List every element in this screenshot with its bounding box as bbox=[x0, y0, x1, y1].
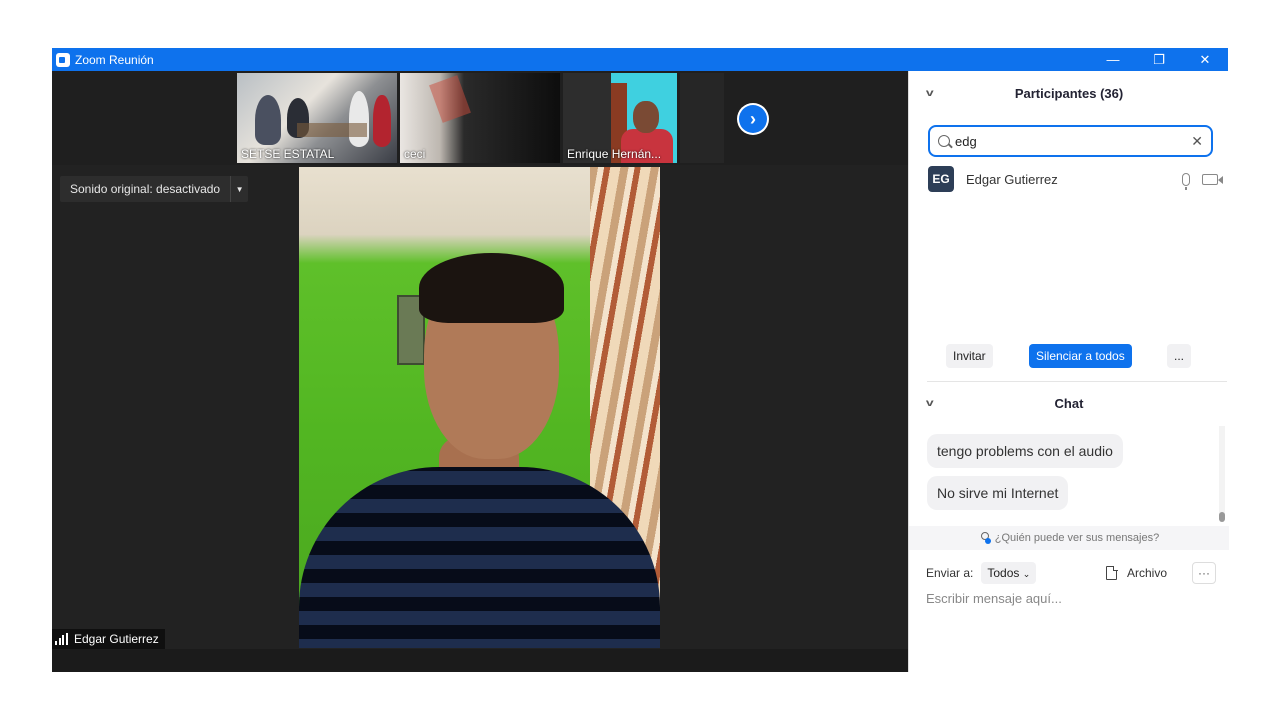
participants-title: Participantes (36) bbox=[1014, 85, 1124, 101]
thumbnail-label: Enrique Hernán... bbox=[567, 147, 662, 161]
thumbnail-empty bbox=[680, 73, 724, 163]
next-page-button[interactable]: › bbox=[737, 103, 769, 135]
signal-strength-icon bbox=[55, 633, 69, 645]
send-to-select[interactable]: Todos ⌄ bbox=[981, 562, 1037, 584]
participant-name: Edgar Gutierrez bbox=[966, 171, 1058, 187]
chat-header: v Chat bbox=[909, 383, 1229, 423]
avatar: EG bbox=[928, 166, 954, 192]
user-shield-icon bbox=[979, 532, 991, 544]
participants-more-button[interactable]: ... bbox=[1167, 344, 1191, 368]
search-icon bbox=[938, 135, 950, 147]
divider bbox=[927, 381, 1227, 382]
send-to-value: Todos bbox=[987, 566, 1020, 580]
thumbnail-label: SETSE ESTATAL bbox=[241, 147, 335, 161]
title-bar: Zoom Reunión — ❐ ✕ bbox=[52, 48, 1228, 71]
thumbnail-ceci[interactable]: ceci bbox=[400, 73, 560, 163]
right-sidebar: v Participantes (36) ✕ EG Edgar Gutierre… bbox=[908, 71, 1229, 672]
mute-all-button[interactable]: Silenciar a todos bbox=[1029, 344, 1132, 368]
file-button[interactable]: Archivo bbox=[1106, 565, 1168, 580]
send-to-row: Enviar a: Todos ⌄ Archivo ··· bbox=[926, 561, 1216, 585]
window-title: Zoom Reunión bbox=[75, 52, 154, 67]
close-button[interactable]: ✕ bbox=[1182, 48, 1228, 71]
participants-header: v Participantes (36) bbox=[909, 73, 1229, 113]
thumbnail-strip: SETSE ESTATAL ceci Enrique Hernán... › bbox=[52, 71, 908, 165]
video-camera-icon[interactable] bbox=[1202, 173, 1223, 185]
chevron-down-icon: ⌄ bbox=[1022, 569, 1031, 579]
visibility-text: ¿Quién puede ver sus mensajes? bbox=[994, 532, 1160, 544]
restore-button[interactable]: ❐ bbox=[1136, 48, 1182, 71]
invite-button[interactable]: Invitar bbox=[946, 344, 993, 368]
minimize-button[interactable]: — bbox=[1090, 48, 1136, 71]
clear-search-icon[interactable]: ✕ bbox=[1191, 133, 1203, 150]
zoom-app-icon bbox=[56, 52, 70, 67]
chat-scrollbar[interactable] bbox=[1219, 426, 1225, 524]
chat-message: tengo problems con el audio bbox=[927, 434, 1123, 468]
zoom-window: Zoom Reunión — ❐ ✕ SETSE ESTATAL ceci En… bbox=[52, 48, 1229, 672]
file-label: Archivo bbox=[1127, 566, 1168, 580]
bottom-bar bbox=[52, 649, 908, 672]
participant-status bbox=[1182, 172, 1223, 190]
video-area: SETSE ESTATAL ceci Enrique Hernán... › S… bbox=[52, 71, 908, 672]
active-speaker-video bbox=[299, 167, 660, 648]
chevron-down-icon[interactable]: v bbox=[926, 88, 934, 99]
thumbnail-enrique[interactable]: Enrique Hernán... bbox=[563, 73, 677, 163]
chat-message-input[interactable] bbox=[926, 591, 1211, 606]
chevron-down-icon[interactable]: v bbox=[926, 398, 934, 409]
file-icon bbox=[1106, 565, 1118, 580]
chevron-down-icon[interactable]: ▼ bbox=[230, 176, 248, 202]
thumbnail-label: ceci bbox=[404, 147, 426, 161]
message-visibility-link[interactable]: ¿Quién puede ver sus mensajes? bbox=[909, 526, 1229, 550]
participant-row[interactable]: EG Edgar Gutierrez bbox=[928, 165, 1223, 193]
original-sound-label: Sonido original: desactivado bbox=[70, 182, 221, 196]
chat-message: No sirve mi Internet bbox=[927, 476, 1069, 510]
speaker-name: Edgar Gutierrez bbox=[74, 632, 159, 646]
microphone-icon[interactable] bbox=[1182, 172, 1190, 190]
original-sound-button[interactable]: Sonido original: desactivado ▼ bbox=[60, 176, 249, 202]
chat-title: Chat bbox=[1054, 395, 1084, 411]
speaker-name-tag: Edgar Gutierrez bbox=[52, 629, 165, 649]
participant-search-input[interactable] bbox=[955, 133, 1175, 149]
chat-more-button[interactable]: ··· bbox=[1192, 562, 1216, 584]
thumbnail-setse-estatal[interactable]: SETSE ESTATAL bbox=[237, 73, 397, 163]
chevron-right-icon: › bbox=[739, 105, 767, 133]
participant-search[interactable]: ✕ bbox=[928, 125, 1213, 157]
window-controls: — ❐ ✕ bbox=[1090, 48, 1228, 71]
send-to-label: Enviar a: bbox=[926, 566, 974, 580]
